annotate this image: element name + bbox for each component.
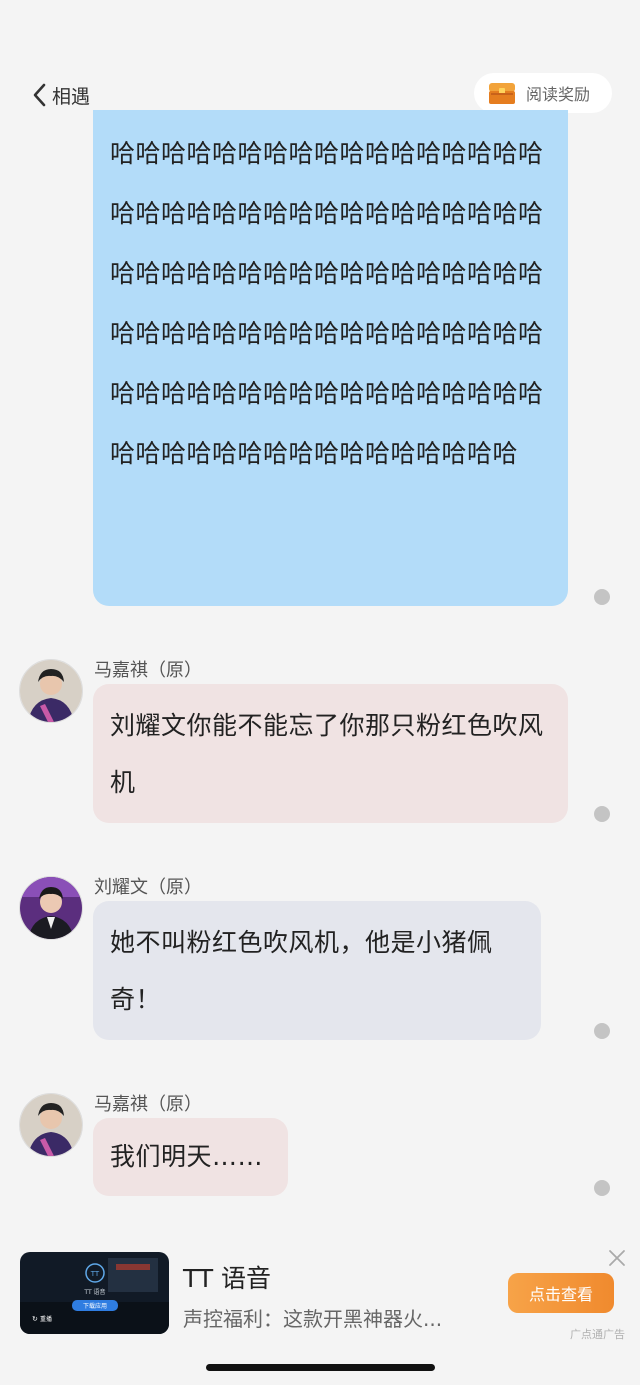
ad-close-button[interactable] bbox=[607, 1248, 627, 1268]
treasure-chest-icon bbox=[489, 83, 515, 104]
message-status-dot bbox=[594, 1180, 610, 1196]
svg-text:TT: TT bbox=[90, 1270, 100, 1278]
avatar-image bbox=[20, 877, 82, 939]
ad-source-tag: 广点通广告 bbox=[570, 1328, 625, 1341]
message-status-dot bbox=[594, 589, 610, 605]
reading-reward-label: 阅读奖励 bbox=[526, 85, 591, 104]
message-bubble[interactable]: 刘耀文你能不能忘了你那只粉红色吹风机 bbox=[93, 684, 568, 823]
reading-reward-button[interactable]: 阅读奖励 bbox=[474, 73, 612, 113]
sender-name: 马嘉祺（原） bbox=[94, 660, 202, 681]
message-bubble[interactable]: 我们明天…… bbox=[93, 1118, 288, 1196]
svg-text:↻: ↻ bbox=[32, 1315, 38, 1323]
sender-name: 刘耀文（原） bbox=[94, 877, 202, 898]
message-status-dot bbox=[594, 1023, 610, 1039]
ad-thumbnail-image: TT TT 语音 下载应用 ↻ 重播 bbox=[20, 1252, 169, 1334]
back-button[interactable]: 相遇 bbox=[30, 80, 90, 110]
avatar-image bbox=[20, 660, 82, 722]
avatar[interactable] bbox=[19, 876, 83, 940]
close-icon bbox=[609, 1250, 625, 1266]
ad-thumb-logo: TT 语音 bbox=[83, 1288, 105, 1296]
ad-description[interactable]: 声控福利：这款开黑神器火... bbox=[183, 1303, 442, 1332]
ad-thumb-replay: 重播 bbox=[40, 1315, 52, 1323]
message-status-dot bbox=[594, 806, 610, 822]
ad-cta-button[interactable]: 点击查看 bbox=[508, 1273, 614, 1313]
back-label: 相遇 bbox=[52, 85, 91, 108]
message-bubble[interactable]: 她不叫粉红色吹风机，他是小猪佩奇！ bbox=[93, 901, 541, 1040]
message-bubble[interactable]: 哈哈哈哈哈哈哈哈哈哈哈哈哈哈哈哈哈哈哈哈哈哈哈哈哈哈哈哈哈哈哈哈哈哈哈哈哈哈哈哈… bbox=[93, 110, 568, 606]
avatar-image bbox=[20, 1094, 82, 1156]
home-indicator[interactable] bbox=[206, 1364, 435, 1371]
avatar[interactable] bbox=[19, 659, 83, 723]
ad-title[interactable]: TT 语音 bbox=[183, 1259, 271, 1295]
ad-thumbnail[interactable]: TT TT 语音 下载应用 ↻ 重播 bbox=[20, 1252, 169, 1334]
sender-name: 马嘉祺（原） bbox=[94, 1094, 202, 1115]
avatar[interactable] bbox=[19, 1093, 83, 1157]
ad-thumb-download: 下载应用 bbox=[83, 1302, 107, 1310]
chevron-left-icon bbox=[33, 83, 46, 107]
